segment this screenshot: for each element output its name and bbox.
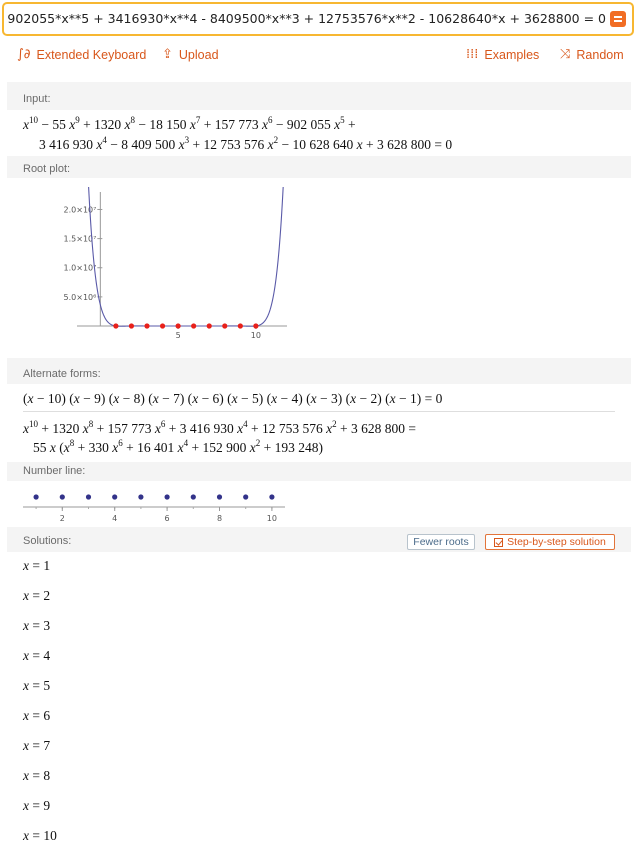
- random-button[interactable]: ⤨ Random: [560, 44, 624, 66]
- solution-item: x = 1: [23, 558, 51, 573]
- search-box[interactable]: 7773*x**6 - 902055*x**5 + 3416930*x**4 -…: [2, 2, 634, 36]
- root-point: [237, 323, 243, 329]
- number-line-chart: 2 4 6 8 10: [23, 494, 285, 523]
- number-line-point: [85, 494, 92, 500]
- y-tick-label: 1.0×10⁷: [64, 264, 97, 273]
- number-line-point: [59, 494, 65, 500]
- solution-item: x = 6: [23, 708, 51, 723]
- number-line-point: [112, 494, 118, 500]
- alternate-form-2-line-1: x10 + 1320 x8 + 157 773 x6 + 3 416 930 x…: [23, 419, 416, 436]
- number-line-pod: 2 4 6 8 10: [7, 481, 631, 527]
- random-label: Random: [576, 48, 624, 62]
- root-point: [175, 323, 181, 329]
- keyboard-icon: ∫∂: [17, 47, 31, 62]
- number-line-point: [190, 494, 196, 500]
- solutions-pod: x = 1 x = 2 x = 3 x = 4 x = 5 x = 6 x = 7 x = 8…: [7, 552, 631, 852]
- examples-label: Examples: [484, 48, 540, 62]
- root-plot-chart: 5.0×10⁶1.0×10⁷1.5×10⁷2.0×10⁷5 10: [64, 187, 287, 340]
- upload-icon: ⇪: [162, 47, 173, 62]
- number-line-point: [243, 494, 249, 500]
- toolbar: ∫∂ Extended Keyboard ⇪ Upload ⁞⁞⁞ Exampl…: [0, 44, 638, 66]
- checkbox-icon: [494, 537, 504, 547]
- solution-item: x = 9: [23, 798, 51, 813]
- solutions-title: Solutions:: [23, 535, 72, 547]
- root-point: [144, 323, 150, 329]
- input-pod-title: Input:: [23, 93, 51, 105]
- root-point: [222, 323, 228, 329]
- alternate-form-2-line-2: 55 x (x8 + 330 x6 + 16 401 x4 + 152 900 …: [33, 438, 323, 455]
- alternate-forms-pod: (x − 10) (x − 9) (x − 8) (x − 7) (x − 6)…: [7, 384, 631, 462]
- number-line-tick-label: 8: [217, 514, 222, 523]
- solution-item: x = 3: [23, 618, 51, 633]
- number-line-point: [216, 494, 223, 500]
- x-tick-label: 10: [251, 331, 261, 340]
- root-point: [191, 323, 197, 329]
- root-plot-pod: 5.0×10⁶ 1.0×10⁷ 1.5×10⁷ 2.0×10⁷ 5 10: [7, 178, 631, 358]
- root-point: [206, 323, 212, 329]
- solution-item: x = 8: [23, 768, 51, 783]
- upload-button[interactable]: ⇪ Upload: [162, 44, 219, 66]
- number-line-title: Number line:: [23, 465, 86, 477]
- number-line-point: [164, 494, 170, 500]
- input-line-2: 3 416 930 x4 − 8 409 500 x3 + 12 753 576…: [39, 135, 453, 152]
- root-point: [128, 323, 135, 329]
- alternate-form-1: (x − 10) (x − 9) (x − 8) (x − 7) (x − 6)…: [23, 391, 443, 406]
- grid-icon: ⁞⁞⁞: [466, 47, 479, 62]
- upload-label: Upload: [178, 48, 219, 62]
- y-tick-label: 5.0×10⁶: [64, 293, 97, 302]
- fewer-roots-button[interactable]: Fewer roots: [407, 534, 475, 550]
- examples-button[interactable]: ⁞⁞⁞ Examples: [466, 44, 539, 66]
- root-point: [159, 323, 166, 329]
- step-by-step-button[interactable]: Step-by-step solution: [485, 534, 615, 550]
- extended-keyboard-button[interactable]: ∫∂ Extended Keyboard: [17, 44, 146, 66]
- form-separator: [23, 411, 615, 412]
- alternate-forms-title: Alternate forms:: [23, 368, 101, 380]
- root-point: [253, 323, 259, 329]
- extended-keyboard-label: Extended Keyboard: [36, 48, 147, 62]
- results-panel: Input: x10 − 55 x9 + 1320 x8 − 18 150 x7…: [7, 82, 631, 852]
- polynomial-curve: [88, 187, 284, 327]
- y-tick-label: 2.0×10⁷: [64, 205, 97, 214]
- root-plot-title: Root plot:: [23, 163, 71, 175]
- shuffle-icon: ⤨: [560, 47, 571, 62]
- search-input[interactable]: 7773*x**6 - 902055*x**5 + 3416930*x**4 -…: [4, 4, 606, 34]
- root-point: [113, 323, 119, 329]
- input-line-1: x10 − 55 x9 + 1320 x8 − 18 150 x7 + 157 …: [23, 115, 356, 132]
- number-line-point: [269, 494, 275, 500]
- x-tick-label: 5: [176, 331, 181, 340]
- solution-item: x = 5: [23, 678, 51, 693]
- step-by-step-label: Step-by-step solution: [507, 536, 606, 548]
- solution-item: x = 4: [23, 648, 51, 663]
- input-pod: x10 − 55 x9 + 1320 x8 − 18 150 x7 + 157 …: [7, 110, 631, 156]
- number-line-tick-label: 4: [112, 514, 117, 523]
- number-line-tick-label: 6: [165, 514, 170, 523]
- solution-item: x = 10: [23, 828, 57, 843]
- number-line-point: [33, 494, 39, 500]
- compute-button[interactable]: [610, 11, 626, 27]
- solution-item: x = 2: [23, 588, 51, 603]
- number-line-point: [138, 494, 144, 500]
- number-line-tick-label: 2: [60, 514, 65, 523]
- number-line-tick-label: 10: [267, 514, 277, 523]
- solution-item: x = 7: [23, 738, 51, 753]
